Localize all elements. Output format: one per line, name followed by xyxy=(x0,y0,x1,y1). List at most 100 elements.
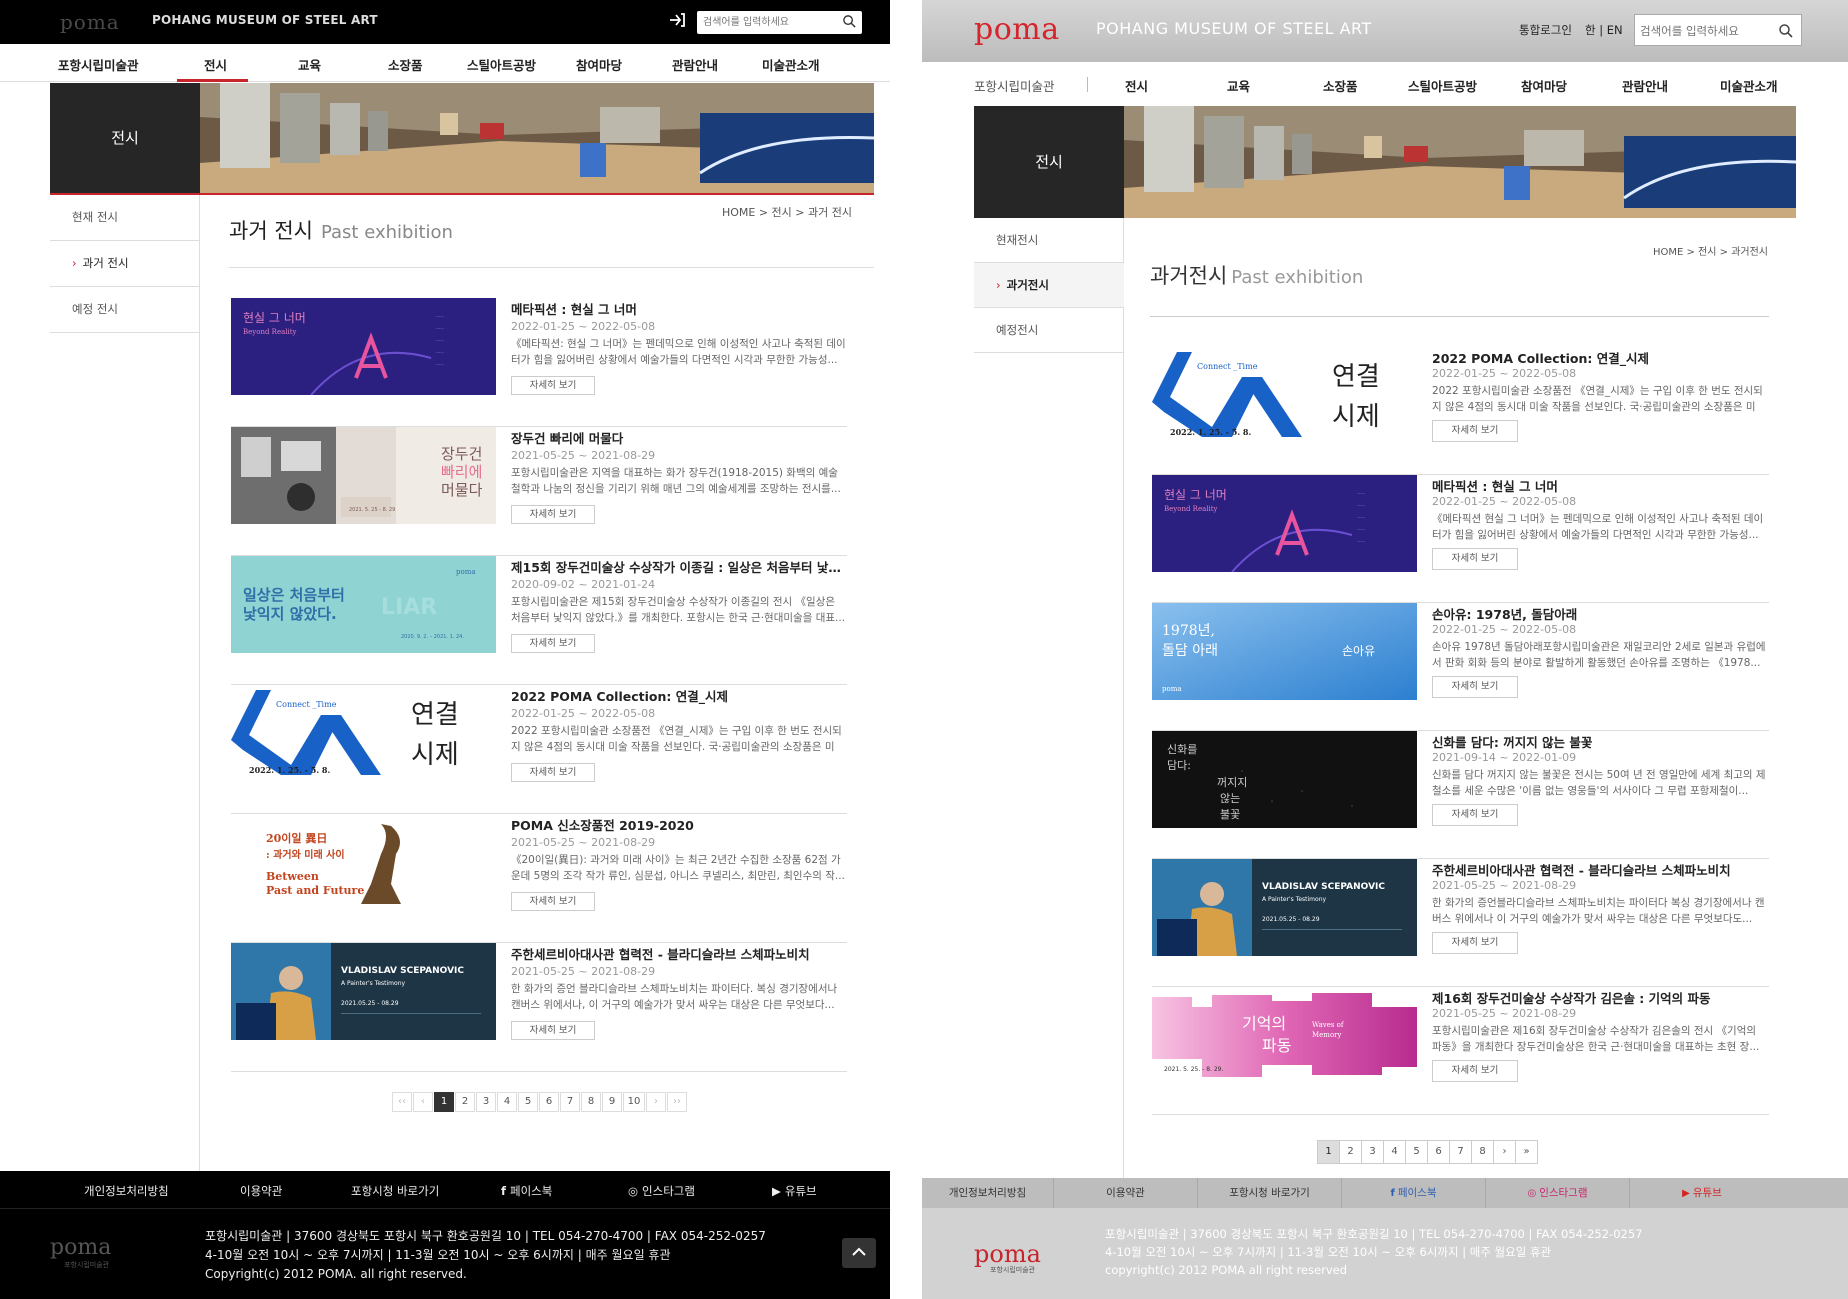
language-switch[interactable]: 한 | EN xyxy=(1585,22,1623,38)
scroll-top-button[interactable] xyxy=(842,1238,876,1268)
logo-mark[interactable]: poma xyxy=(974,12,1060,47)
nav-item-exhibition[interactable]: 전시 xyxy=(204,55,227,74)
page-button[interactable]: 1 xyxy=(434,1092,454,1112)
detail-button[interactable]: 자세히 보기 xyxy=(1432,1060,1518,1082)
footer-link-instagram[interactable]: ◎ 인스타그램 xyxy=(1486,1178,1630,1208)
detail-button[interactable]: 자세히 보기 xyxy=(1432,932,1518,954)
footer-link-terms[interactable]: 이용약관 xyxy=(1054,1178,1198,1208)
side-item-past[interactable]: › 과거전시 xyxy=(974,263,1124,308)
exhibition-title[interactable]: 2022 POMA Collection: 연결_시제 xyxy=(511,686,847,705)
exhibition-thumbnail[interactable]: 20이일 異日 : 과거와 미래 사이 Between Past and Fut… xyxy=(231,814,496,911)
breadcrumb-past[interactable]: 과거 전시 xyxy=(808,206,852,219)
page-button[interactable]: 2 xyxy=(455,1092,475,1112)
exhibition-title[interactable]: 주한세르비아대사관 협력전 - 블라디슬라브 스체파노비치 xyxy=(1432,860,1769,879)
nav-item-collection[interactable]: 소장품 xyxy=(1323,76,1358,95)
login-link[interactable]: 통합로그인 xyxy=(1519,22,1572,38)
exhibition-title[interactable]: 제16회 장두건미술상 수상작가 김은솔 : 기억의 파동 xyxy=(1432,988,1769,1007)
nav-item-exhibition[interactable]: 전시 xyxy=(1125,76,1148,95)
page-next-button[interactable]: › xyxy=(646,1092,666,1112)
footer-link-instagram[interactable]: ◎ 인스타그램 xyxy=(628,1183,695,1199)
exhibition-title[interactable]: 손아유: 1978년, 돌담아래 xyxy=(1432,604,1769,623)
exhibition-title[interactable]: 메타픽션 : 현실 그 너머 xyxy=(511,299,847,318)
nav-item-steelart[interactable]: 스틸아트공방 xyxy=(467,55,536,74)
page-first-button[interactable]: ‹‹ xyxy=(392,1092,412,1112)
page-button[interactable]: 7 xyxy=(1449,1140,1472,1164)
exhibition-thumbnail[interactable]: Connect _Time 연결 시제 2022. 1. 25. - 5. 8. xyxy=(1152,347,1417,444)
footer-link-privacy[interactable]: 개인정보처리방침 xyxy=(922,1178,1054,1208)
page-button[interactable]: 1 xyxy=(1317,1140,1340,1164)
page-button[interactable]: 7 xyxy=(560,1092,580,1112)
nav-item-participation[interactable]: 참여마당 xyxy=(576,55,622,74)
page-next-button[interactable]: › xyxy=(1493,1140,1516,1164)
detail-button[interactable]: 자세히 보기 xyxy=(511,1021,595,1040)
exhibition-thumbnail[interactable]: 1978년, 돌담 아래 손아유 poma xyxy=(1152,603,1417,700)
page-prev-button[interactable]: ‹ xyxy=(413,1092,433,1112)
breadcrumb-past[interactable]: 과거전시 xyxy=(1731,247,1768,258)
detail-button[interactable]: 자세히 보기 xyxy=(511,505,595,524)
detail-button[interactable]: 자세히 보기 xyxy=(1432,548,1518,570)
nav-item-steelart[interactable]: 스틸아트공방 xyxy=(1408,76,1477,95)
breadcrumb-home[interactable]: HOME xyxy=(722,206,755,219)
side-item-upcoming[interactable]: 예정 전시 xyxy=(50,287,200,333)
exhibition-title[interactable]: 2022 POMA Collection: 연결_시제 xyxy=(1432,348,1769,367)
footer-link-youtube[interactable]: ▶ 유튜브 xyxy=(772,1183,817,1199)
footer-link-facebook[interactable]: f 페이스북 xyxy=(1342,1178,1486,1208)
page-last-button[interactable]: » xyxy=(1515,1140,1538,1164)
exhibition-title[interactable]: 장두건 빠리에 머물다 xyxy=(511,428,847,447)
exhibition-thumbnail[interactable]: 현실 그 너머 Beyond Reality ····· ····· ····· ··… xyxy=(231,298,496,395)
breadcrumb-exhibition[interactable]: 전시 xyxy=(1698,247,1716,258)
page-button[interactable]: 8 xyxy=(1471,1140,1494,1164)
search-icon[interactable] xyxy=(842,14,857,29)
page-button[interactable]: 3 xyxy=(476,1092,496,1112)
detail-button[interactable]: 자세히 보기 xyxy=(511,892,595,911)
exhibition-thumbnail[interactable]: VLADISLAV SCEPANOVIC A Painter's Testimo… xyxy=(1152,859,1417,956)
exhibition-thumbnail[interactable]: Connect _Time 연결 시제 2022. 1. 25. - 5. 8. xyxy=(231,685,496,782)
page-button[interactable]: 5 xyxy=(1405,1140,1428,1164)
exhibition-thumbnail[interactable]: 신화를 담다: 꺼지지 않는 불꽃 xyxy=(1152,731,1417,828)
side-item-past[interactable]: › 과거 전시 xyxy=(50,241,200,287)
exhibition-thumbnail[interactable]: VLADISLAV SCEPANOVIC A Painter's Testimo… xyxy=(231,943,496,1040)
exhibition-thumbnail[interactable]: LIAR 일상은 처음부터 낯익지 않았다. 2020. 9. 2. – 202… xyxy=(231,556,496,653)
nav-item-collection[interactable]: 소장품 xyxy=(388,55,423,74)
footer-link-youtube[interactable]: ▶ 유튜브 xyxy=(1630,1178,1774,1208)
side-item-upcoming[interactable]: 예정전시 xyxy=(974,308,1124,353)
exhibition-thumbnail[interactable]: 장두건 빠리에 머물다 2021. 5. 25 - 8. 29 xyxy=(231,427,496,524)
search-icon[interactable] xyxy=(1778,23,1794,39)
page-button[interactable]: 6 xyxy=(1427,1140,1450,1164)
detail-button[interactable]: 자세히 보기 xyxy=(511,376,595,395)
login-icon[interactable] xyxy=(668,12,686,30)
exhibition-title[interactable]: POMA 신소장품전 2019-2020 xyxy=(511,815,847,834)
nav-home[interactable]: 포항시립미술관 xyxy=(974,76,1055,95)
logo-mark[interactable]: poma xyxy=(60,10,120,34)
detail-button[interactable]: 자세히 보기 xyxy=(1432,420,1518,442)
detail-button[interactable]: 자세히 보기 xyxy=(511,763,595,782)
page-button[interactable]: 2 xyxy=(1339,1140,1362,1164)
exhibition-title[interactable]: 메타픽션 : 현실 그 너머 xyxy=(1432,476,1769,495)
exhibition-thumbnail[interactable]: 기억의 파동 Waves of Memory 2021. 5. 25. - 8.… xyxy=(1152,987,1417,1084)
page-button[interactable]: 8 xyxy=(581,1092,601,1112)
exhibition-thumbnail[interactable]: 현실 그 너머 Beyond Reality ····· ····· ····· ··… xyxy=(1152,475,1417,572)
exhibition-title[interactable]: 제15회 장두건미술상 수상작가 이종길 : 일상은 처음부터 낯익지 않았다. xyxy=(511,557,847,576)
page-button[interactable]: 3 xyxy=(1361,1140,1384,1164)
nav-item-visit[interactable]: 관람안내 xyxy=(1622,76,1668,95)
nav-item-about[interactable]: 미술관소개 xyxy=(1720,76,1778,95)
search-input[interactable] xyxy=(703,14,833,31)
footer-link-city[interactable]: 포항시청 바로가기 xyxy=(1198,1178,1342,1208)
detail-button[interactable]: 자세히 보기 xyxy=(1432,804,1518,826)
footer-link-privacy[interactable]: 개인정보처리방침 xyxy=(84,1183,169,1199)
nav-home[interactable]: 포항시립미술관 xyxy=(58,55,139,74)
side-item-current[interactable]: 현재전시 xyxy=(974,218,1124,263)
footer-link-facebook[interactable]: f 페이스북 xyxy=(501,1183,552,1199)
nav-item-participation[interactable]: 참여마당 xyxy=(1521,76,1567,95)
nav-item-education[interactable]: 교육 xyxy=(298,55,321,74)
page-button[interactable]: 4 xyxy=(1383,1140,1406,1164)
page-button[interactable]: 9 xyxy=(602,1092,622,1112)
nav-item-about[interactable]: 미술관소개 xyxy=(762,55,820,74)
footer-link-terms[interactable]: 이용약관 xyxy=(240,1183,282,1199)
page-button[interactable]: 6 xyxy=(539,1092,559,1112)
search-input[interactable] xyxy=(1640,23,1770,39)
page-button[interactable]: 4 xyxy=(497,1092,517,1112)
detail-button[interactable]: 자세히 보기 xyxy=(511,634,595,653)
side-item-current[interactable]: 현재 전시 xyxy=(50,195,200,241)
nav-item-visit[interactable]: 관람안내 xyxy=(672,55,718,74)
